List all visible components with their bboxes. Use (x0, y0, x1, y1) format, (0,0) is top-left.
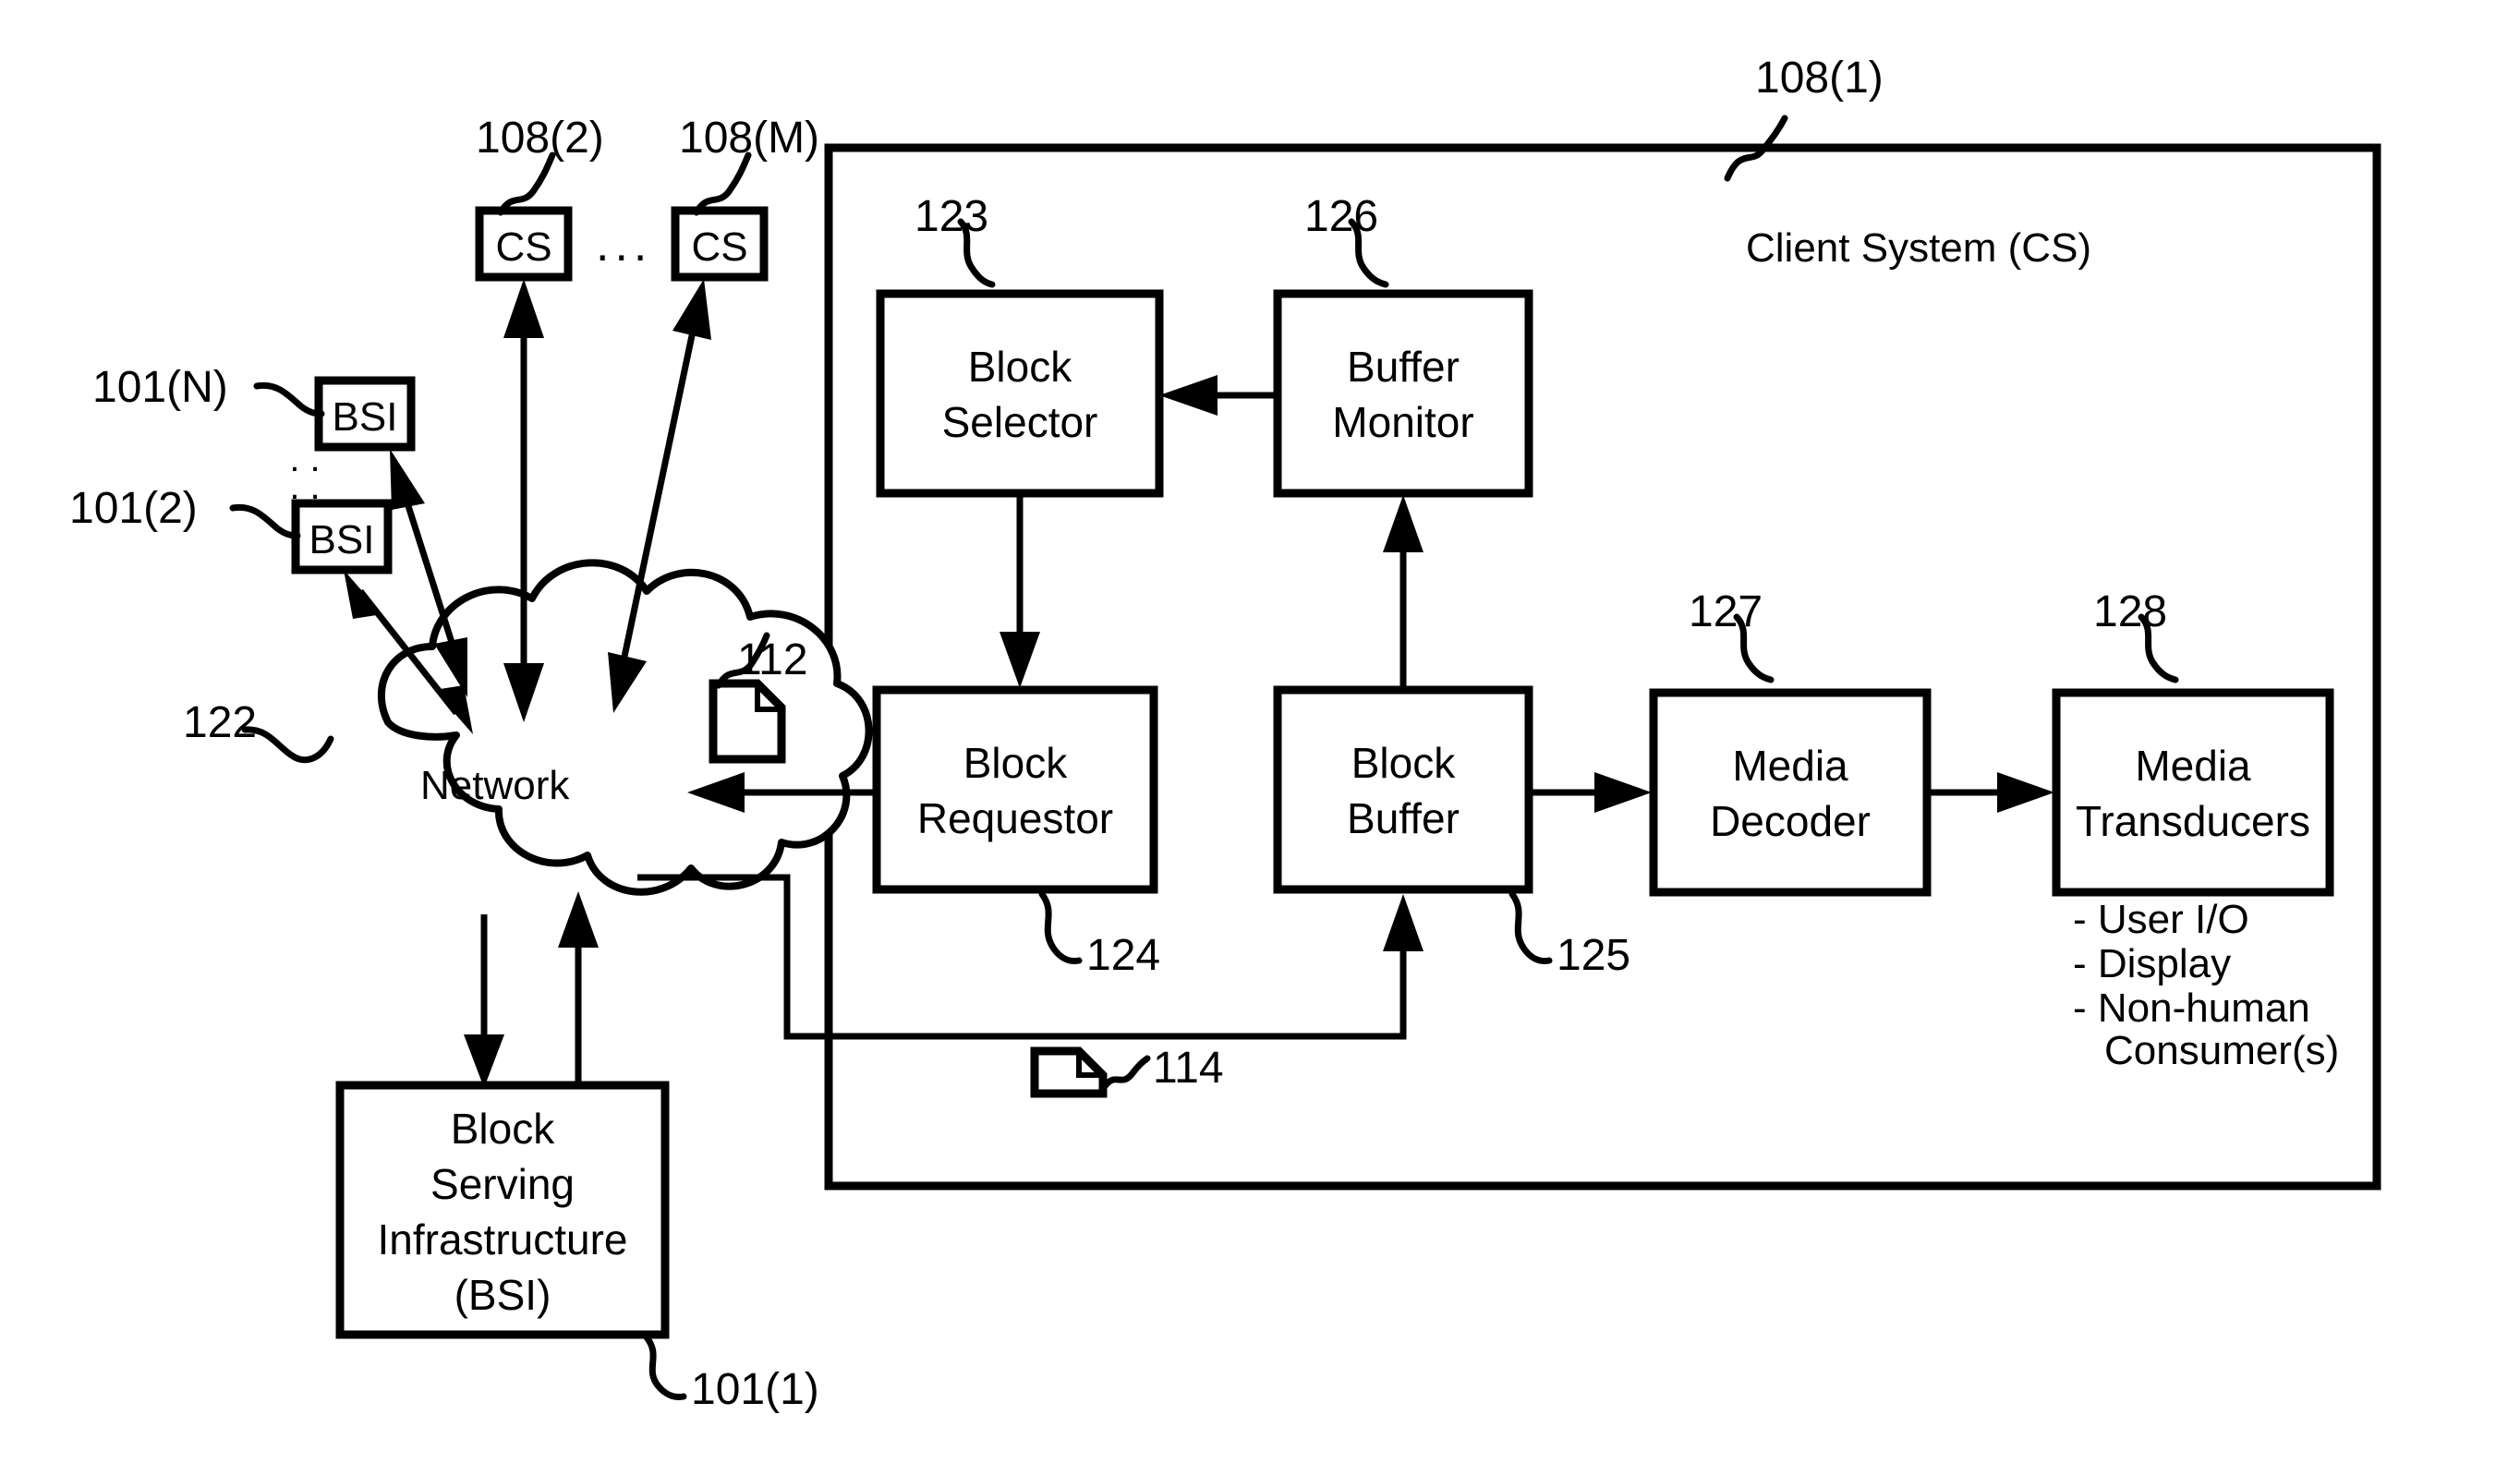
block-selector-box (876, 289, 1164, 498)
media-decoder-line-1: Media (1732, 742, 1848, 790)
ref-101-2: 101(2) (69, 484, 198, 533)
buffer-monitor-line-2: Monitor (1332, 398, 1473, 446)
block-requestor-line-1: Block (963, 739, 1068, 787)
ref-126: 126 (1304, 192, 1378, 241)
leader-125 (1508, 890, 1553, 964)
arrowhead-to-network-from-bsi-101-1 (558, 891, 599, 948)
cs-peer-label-108-2: CS (495, 224, 551, 270)
arrowhead-to-bsi-101-2 (344, 570, 382, 619)
cs-peers-ellipsis: ... (596, 218, 652, 272)
media-decoder-box (1649, 688, 1932, 897)
ref-108-1: 108(1) (1755, 54, 1884, 103)
media-transducers-line-1: Media (2135, 742, 2251, 790)
figure-root: 108(1) Client System (CS) CS 108(2) CS 1… (0, 0, 2520, 1475)
arrowhead-to-bsi-101-n (390, 449, 425, 510)
transducer-list-item-2: - Non-human (2073, 985, 2310, 1031)
media-transducers-box (2052, 688, 2334, 897)
network-cloud (377, 559, 873, 896)
ref-112: 112 (737, 635, 808, 684)
block-selector-line-2: Selector (942, 398, 1098, 446)
network-label: Network (420, 763, 570, 808)
bsi-ellipsis-lower: . . (289, 466, 320, 507)
block-selector-line-1: Block (968, 343, 1072, 391)
arrowhead-to-bsi-101-1 (464, 1034, 504, 1088)
media-transducers-line-2: Transducers (2076, 797, 2310, 845)
arrowhead-to-cs-108-2 (503, 279, 544, 338)
block-buffer-box (1273, 685, 1533, 894)
ref-125: 125 (1557, 931, 1630, 980)
leader-101-1 (643, 1334, 687, 1400)
arrowhead-to-media-transducers (1997, 772, 2054, 813)
buffer-monitor-box (1273, 289, 1533, 498)
ref-108-m: 108(M) (679, 114, 819, 163)
transducer-list-item-0: - User I/O (2073, 897, 2249, 942)
buffer-monitor-line-1: Buffer (1347, 343, 1460, 391)
bsi-peer-label-101-2: BSI (309, 517, 375, 562)
arrowhead-to-cs-108-m (672, 279, 711, 340)
ref-127: 127 (1689, 587, 1763, 636)
arrowhead-to-buffer-monitor (1383, 495, 1424, 552)
bsi-line-3: Infrastructure (378, 1215, 628, 1263)
leader-114 (1101, 1055, 1151, 1090)
block-buffer-line-2: Buffer (1347, 794, 1460, 842)
transducer-list-item-3: Consumer(s) (2104, 1028, 2339, 1073)
block-buffer-line-1: Block (1351, 739, 1456, 787)
ref-128: 128 (2093, 587, 2167, 636)
leader-108-2 (497, 151, 556, 216)
ref-101-1: 101(1) (691, 1365, 819, 1414)
bsi-line-4: (BSI) (454, 1271, 551, 1319)
ref-122: 122 (183, 698, 257, 747)
bsi-line-1: Block (451, 1105, 555, 1153)
cs-peer-label-108-m: CS (691, 224, 747, 270)
leader-101-n (253, 381, 325, 417)
arrowhead-to-block-buffer (1383, 894, 1424, 951)
arrowhead-to-block-requestor (1000, 632, 1040, 688)
ref-123: 123 (915, 192, 988, 241)
document-icon-112 (709, 679, 786, 764)
media-decoder-line-2: Decoder (1710, 797, 1871, 845)
client-system-title: Client System (CS) (1746, 225, 2091, 271)
ref-114: 114 (1153, 1044, 1224, 1093)
arrowhead-to-media-decoder (1594, 772, 1652, 813)
leader-122 (241, 726, 334, 763)
transducer-list-item-1: - Display (2073, 941, 2231, 986)
leader-124 (1038, 890, 1083, 964)
bsi-line-2: Serving (430, 1160, 575, 1208)
ref-101-n: 101(N) (92, 363, 228, 412)
leader-108-m (693, 151, 752, 216)
link-network-to-block-buffer (637, 874, 1407, 1040)
block-requestor-line-2: Requestor (917, 794, 1113, 842)
bsi-peer-label-101-n: BSI (333, 394, 398, 440)
arrowhead-to-block-selector (1159, 375, 1218, 416)
ref-108-2: 108(2) (476, 114, 604, 163)
patent-diagram-canvas: 108(1) Client System (CS) CS 108(2) CS 1… (69, 54, 2381, 1414)
leader-101-2 (229, 503, 301, 539)
ref-124: 124 (1086, 931, 1160, 980)
block-requestor-box (872, 685, 1158, 894)
